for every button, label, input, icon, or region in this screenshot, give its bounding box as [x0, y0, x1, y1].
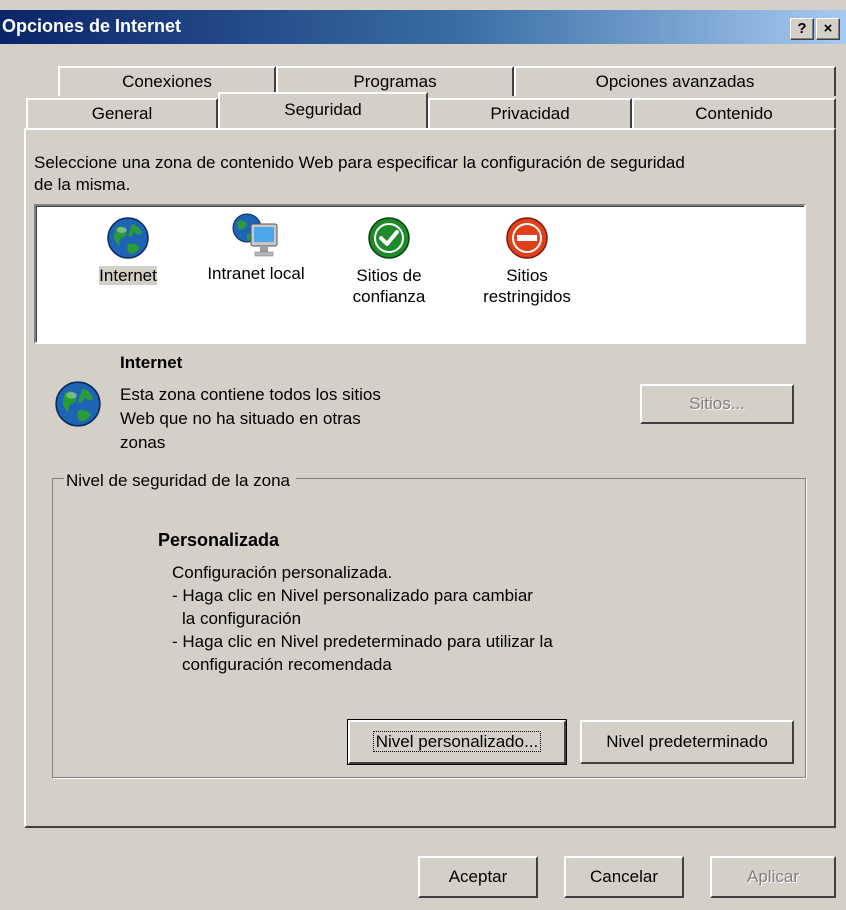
security-level-line3: la configuración	[182, 609, 302, 628]
security-level-line1: Configuración personalizada.	[172, 563, 393, 582]
zone-info-title: Internet	[120, 353, 183, 372]
default-level-button[interactable]: Nivel predeterminado	[580, 720, 794, 764]
zone-trusted-label-1: Sitios de	[356, 266, 422, 285]
zone-restricted-label-2: restringidos	[483, 287, 571, 306]
ok-button[interactable]: Aceptar	[418, 856, 538, 898]
zone-intranet-local[interactable]: Intranet local	[196, 212, 316, 284]
zone-internet[interactable]: Internet	[78, 216, 178, 286]
zone-internet-label: Internet	[99, 266, 157, 285]
security-level-line5: configuración recomendada	[182, 655, 392, 674]
zone-trusted-sites[interactable]: Sitios de confianza	[334, 216, 444, 307]
globe-icon	[107, 217, 149, 259]
intranet-icon	[232, 213, 278, 257]
custom-level-label: Nivel personalizado...	[372, 731, 542, 752]
zone-restricted-label-1: Sitios	[506, 266, 548, 285]
apply-button[interactable]: Aplicar	[710, 856, 836, 898]
zone-info-desc-1: Esta zona contiene todos los sitios	[120, 385, 381, 404]
cancel-button[interactable]: Cancelar	[564, 856, 684, 898]
zone-info-desc-3: zonas	[120, 433, 166, 452]
zone-list[interactable]: Internet Intranet local Sitios de confia…	[34, 204, 806, 344]
security-level-line2: - Haga clic en Nivel personalizado para …	[172, 586, 533, 605]
internet-options-dialog: Opciones de Internet ? × Conexiones Prog…	[0, 0, 846, 910]
zone-info-desc-2: Web que no ha situado en otras	[120, 409, 361, 428]
custom-level-button[interactable]: Nivel personalizado...	[347, 719, 567, 765]
security-level-line4: - Haga clic en Nivel predeterminado para…	[172, 632, 553, 651]
security-level-legend: Nivel de seguridad de la zona	[64, 470, 296, 491]
zone-restricted-sites[interactable]: Sitios restringidos	[472, 216, 582, 307]
security-level-title: Personalizada	[158, 530, 280, 550]
globe-icon	[55, 381, 101, 427]
zone-trusted-label-2: confianza	[352, 287, 426, 306]
instructions-line1: Seleccione una zona de contenido Web par…	[34, 153, 685, 172]
restricted-icon	[506, 217, 548, 259]
zone-intranet-label: Intranet local	[207, 264, 305, 283]
trusted-check-icon	[368, 217, 410, 259]
sites-button[interactable]: Sitios...	[640, 384, 794, 424]
instructions-line2: de la misma.	[34, 175, 131, 194]
